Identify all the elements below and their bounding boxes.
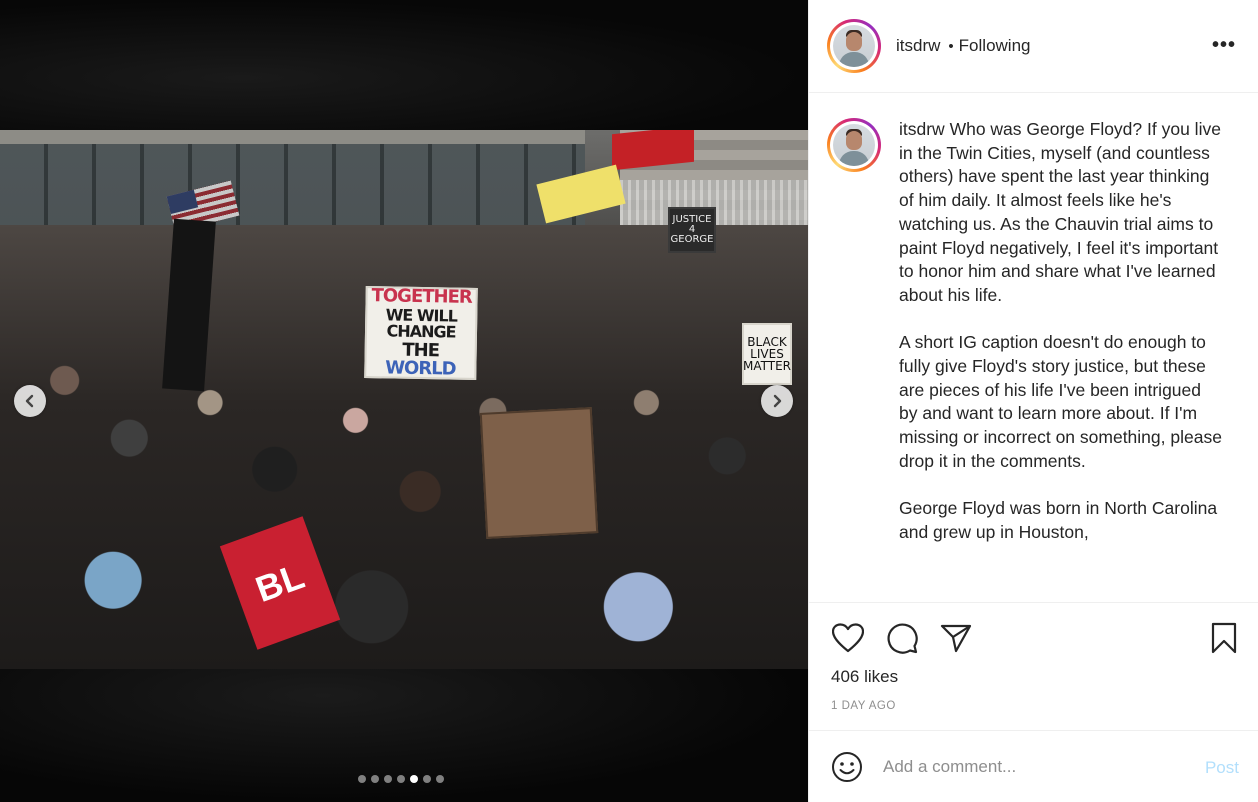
paper-plane-icon (940, 624, 972, 653)
avatar-image (833, 25, 875, 67)
sign-justice-text: JUSTICE 4 GEORGE (670, 214, 714, 245)
author-username[interactable]: itsdrw (896, 36, 940, 56)
post-sidebar: itsdrw • Following ••• itsdrw Who was Ge… (808, 0, 1258, 802)
sign-line-3: THE WORLD (366, 340, 475, 380)
avatar-head (846, 32, 862, 51)
avatar-border (830, 22, 878, 70)
author-avatar[interactable] (827, 19, 881, 73)
caption-text: Who was George Floyd? If you live in the… (899, 119, 1222, 542)
chevron-left-icon (25, 394, 34, 408)
post-header: itsdrw • Following ••• (809, 0, 1258, 93)
post-photo[interactable]: JUSTICE 4 GEORGE TOGETHER WE WILL CHANGE… (0, 130, 808, 669)
comment-icon (887, 623, 918, 654)
avatar-body (839, 151, 869, 166)
chevron-right-icon (773, 394, 782, 408)
like-button[interactable] (831, 621, 865, 655)
more-options-button[interactable]: ••• (1212, 34, 1236, 57)
comment-bar: Post (809, 730, 1258, 802)
follow-status-button[interactable]: Following (959, 36, 1031, 56)
action-icons (831, 621, 973, 655)
likes-count[interactable]: 406 likes (831, 667, 898, 687)
smiley-icon[interactable] (831, 751, 863, 783)
red-banner-text: BL (250, 555, 310, 611)
carousel-next-button[interactable] (761, 385, 793, 417)
carousel-dot (358, 775, 366, 783)
avatar-head (846, 131, 862, 150)
photo-building (0, 130, 585, 240)
sign-black-lives-text: BLACK LIVES MATTER (743, 335, 791, 373)
carousel-dot (436, 775, 444, 783)
carousel-dots (358, 775, 444, 783)
photo-sign-justice: JUSTICE 4 GEORGE (668, 207, 716, 253)
sign-line-3b: WORLD (384, 357, 456, 380)
photo-building-top (0, 130, 585, 144)
photo-sign-black-lives-matter: BLACK LIVES MATTER (742, 323, 792, 385)
photo-cardboard-sign (479, 407, 599, 539)
post-comment-button[interactable]: Post (1205, 758, 1239, 778)
carousel-dot (423, 775, 431, 783)
avatar-image (833, 124, 875, 166)
media-backdrop-top (0, 0, 808, 130)
save-button[interactable] (1207, 621, 1241, 655)
bookmark-icon (1211, 622, 1237, 654)
carousel-dot (371, 775, 379, 783)
carousel-prev-button[interactable] (14, 385, 46, 417)
comment-input[interactable] (883, 756, 1183, 777)
share-button[interactable] (939, 621, 973, 655)
avatar-body (839, 52, 869, 67)
sign-line-1: TOGETHER (371, 285, 472, 308)
caption-author-avatar[interactable] (827, 118, 881, 172)
post-timestamp[interactable]: 1 DAY AGO (831, 700, 896, 712)
header-separator: • (948, 37, 954, 55)
instagram-post-modal: JUSTICE 4 GEORGE TOGETHER WE WILL CHANGE… (0, 0, 1258, 802)
caption-body: itsdrw Who was George Floyd? If you live… (899, 118, 1224, 602)
avatar-border (830, 121, 878, 169)
carousel-dot (410, 775, 418, 783)
post-media: JUSTICE 4 GEORGE TOGETHER WE WILL CHANGE… (0, 0, 808, 802)
post-caption: itsdrw Who was George Floyd? If you live… (809, 93, 1258, 602)
carousel-dot (397, 775, 405, 783)
heart-icon (832, 623, 864, 653)
post-actions: 406 likes 1 DAY AGO (809, 602, 1258, 726)
photo-sign-together: TOGETHER WE WILL CHANGE THE WORLD (364, 285, 478, 380)
comment-button[interactable] (885, 621, 919, 655)
sign-line-2: WE WILL CHANGE (385, 305, 458, 342)
carousel-dot (384, 775, 392, 783)
caption-username[interactable]: itsdrw (899, 119, 945, 139)
